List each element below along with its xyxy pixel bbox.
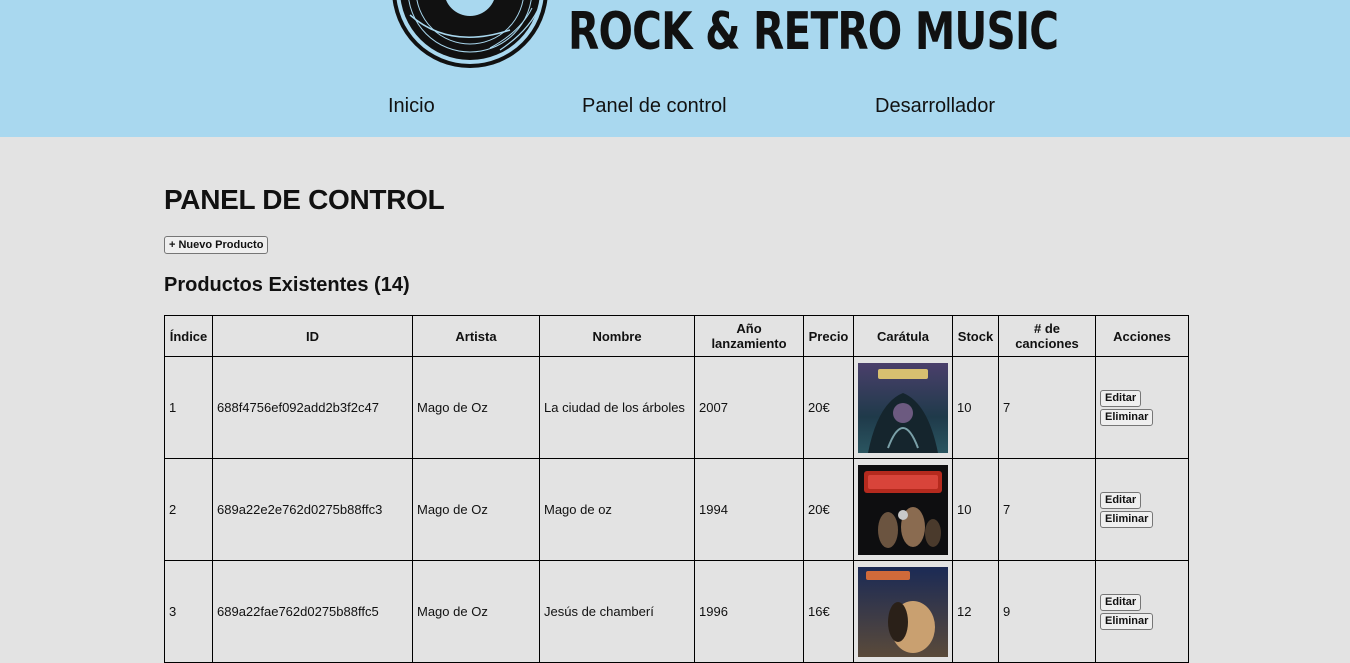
column-header-id: ID	[212, 315, 413, 357]
cell-stock: 10	[952, 458, 999, 561]
cell-name: La ciudad de los árboles	[539, 356, 695, 459]
cell-index: 1	[164, 356, 213, 459]
cell-year: 1996	[694, 560, 804, 663]
nav-item-inicio[interactable]: Inicio	[388, 94, 435, 118]
cell-name: Jesús de chamberí	[539, 560, 695, 663]
cell-id: 689a22fae762d0275b88ffc5	[212, 560, 413, 663]
brand-title: ROCK & RETRO MUSIC	[568, 2, 1059, 62]
column-header-nombre: Nombre	[539, 315, 695, 357]
edit-button[interactable]: Editar	[1100, 389, 1142, 407]
cell-artist: Mago de Oz	[412, 560, 540, 663]
cell-cover	[853, 560, 953, 663]
cell-actions: Editar Eliminar	[1095, 356, 1189, 459]
column-header-ano-lanzamiento: Año lanzamiento	[694, 315, 804, 357]
cell-songs: 9	[998, 560, 1096, 663]
cell-name: Mago de oz	[539, 458, 695, 561]
cell-id: 688f4756ef092add2b3f2c47	[212, 356, 413, 459]
cell-year: 1994	[694, 458, 804, 561]
column-header-precio: Precio	[803, 315, 854, 357]
vinyl-record-icon	[392, 0, 548, 68]
cell-cover	[853, 458, 953, 561]
cell-stock: 10	[952, 356, 999, 459]
cell-artist: Mago de Oz	[412, 356, 540, 459]
cell-artist: Mago de Oz	[412, 458, 540, 561]
cell-price: 20€	[803, 458, 854, 561]
column-header-caratula: Carátula	[853, 315, 953, 357]
table-row: 1 688f4756ef092add2b3f2c47 Mago de Oz La…	[164, 356, 1189, 459]
delete-button[interactable]: Eliminar	[1100, 408, 1154, 426]
cell-id: 689a22e2e762d0275b88ffc3	[212, 458, 413, 561]
cell-stock: 12	[952, 560, 999, 663]
cell-actions: Editar Eliminar	[1095, 458, 1189, 561]
cell-index: 3	[164, 560, 213, 663]
cell-songs: 7	[998, 458, 1096, 561]
edit-button[interactable]: Editar	[1100, 593, 1142, 611]
table-header-row: Índice ID Artista Nombre Año lanzamiento…	[164, 315, 1189, 357]
cell-price: 16€	[803, 560, 854, 663]
cell-price: 20€	[803, 356, 854, 459]
delete-button[interactable]: Eliminar	[1100, 612, 1154, 630]
column-header-acciones: Acciones	[1095, 315, 1189, 357]
column-header-indice: Índice	[164, 315, 213, 357]
cell-songs: 7	[998, 356, 1096, 459]
album-cover-image	[858, 566, 948, 657]
cell-actions: Editar Eliminar	[1095, 560, 1189, 663]
site-header: ROCK & RETRO MUSIC Inicio Panel de contr…	[0, 0, 1350, 137]
column-header-stock: Stock	[952, 315, 999, 357]
nav-item-desarrollador[interactable]: Desarrollador	[875, 94, 995, 118]
new-product-button[interactable]: + Nuevo Producto	[164, 236, 269, 254]
section-title: Productos Existentes (14)	[164, 274, 410, 296]
album-cover-image	[858, 464, 948, 555]
edit-button[interactable]: Editar	[1100, 491, 1142, 509]
table-row: 2 689a22e2e762d0275b88ffc3 Mago de Oz Ma…	[164, 458, 1189, 561]
column-header-artista: Artista	[412, 315, 540, 357]
cell-year: 2007	[694, 356, 804, 459]
cell-cover	[853, 356, 953, 459]
table-row: 3 689a22fae762d0275b88ffc5 Mago de Oz Je…	[164, 560, 1189, 663]
nav-item-panel-de-control[interactable]: Panel de control	[582, 94, 727, 118]
products-table: Índice ID Artista Nombre Año lanzamiento…	[164, 315, 1189, 663]
column-header-num-canciones: # de canciones	[998, 315, 1096, 357]
album-cover-image	[858, 362, 948, 453]
delete-button[interactable]: Eliminar	[1100, 510, 1154, 528]
cell-index: 2	[164, 458, 213, 561]
page-title: PANEL DE CONTROL	[164, 184, 445, 215]
